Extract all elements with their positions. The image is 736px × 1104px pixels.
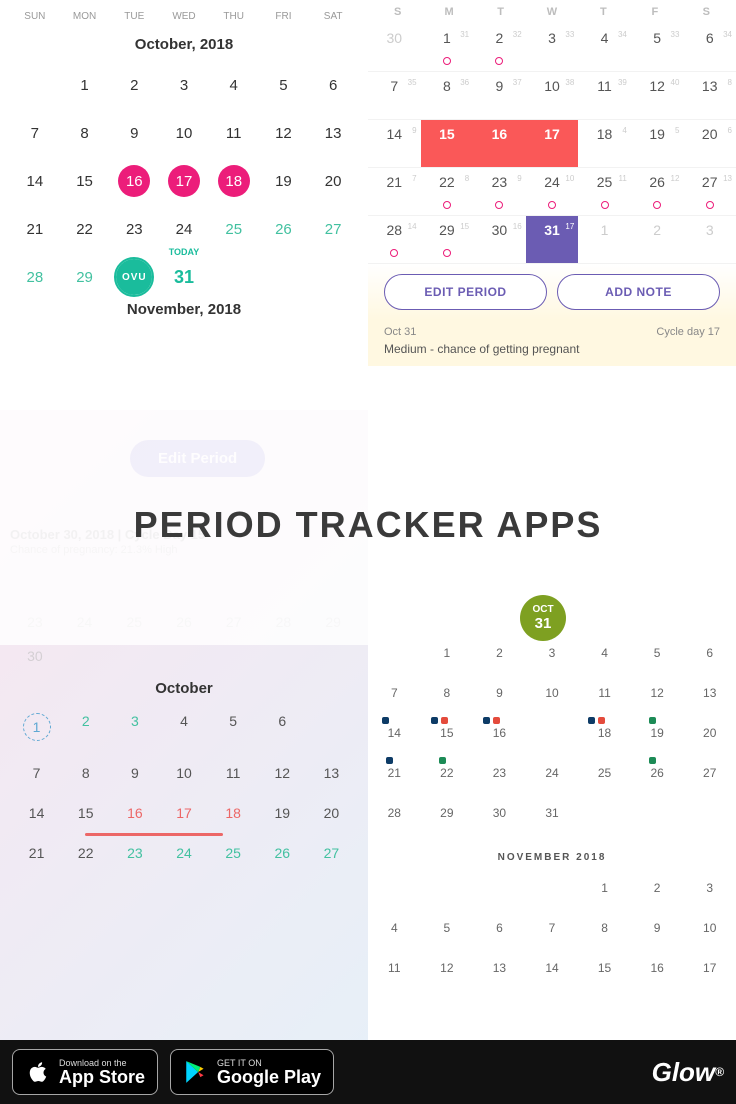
badge-bottom-text: Google Play — [217, 1068, 321, 1086]
period-day[interactable]: 17 — [526, 120, 579, 168]
download-footer: Download on theApp Store GET IT ONGoogle… — [0, 1040, 736, 1104]
calendar-grid: 30 131 232 333 434 533 634 735 836 937 1… — [368, 24, 736, 264]
badge-bottom-text: App Store — [59, 1068, 145, 1086]
month-label: October, 2018 — [10, 28, 358, 61]
heart-icon — [706, 201, 714, 209]
info-date: Oct 31 — [384, 326, 416, 338]
edit-period-button[interactable]: EDIT PERIOD — [384, 274, 547, 310]
period-day[interactable]: 17 — [168, 165, 200, 197]
app-tracker-a: SUN MON TUE WED THU FRI SAT October, 201… — [0, 0, 368, 410]
today-cell[interactable]: TODAY31 — [159, 261, 209, 293]
calendar-grid: 123456 78910111213 14151617181920 212223… — [10, 61, 358, 293]
today-cell[interactable]: 3117 — [526, 216, 579, 264]
heart-icon — [443, 57, 451, 65]
period-day[interactable]: 16 — [118, 165, 150, 197]
brand-logo: Glow® — [652, 1057, 724, 1088]
apple-icon — [25, 1059, 51, 1085]
period-day[interactable]: 18 — [218, 165, 250, 197]
weekday: WED — [159, 11, 209, 22]
heart-icon — [601, 201, 609, 209]
weekday: THU — [209, 11, 259, 22]
google-play-icon — [183, 1059, 209, 1085]
button-row: EDIT PERIOD ADD NOTE — [368, 264, 736, 320]
heart-icon — [390, 249, 398, 257]
weekday: FRI — [259, 11, 309, 22]
app-tracker-b: SMTWTFS 30 131 232 333 434 533 634 735 8… — [368, 0, 736, 410]
heart-icon — [443, 249, 451, 257]
weekday: TUE — [109, 11, 159, 22]
heart-icon — [653, 201, 661, 209]
ovulation-day[interactable]: OVU — [109, 261, 159, 293]
weekday-header: SUN MON TUE WED THU FRI SAT — [10, 5, 358, 28]
month-label: November, 2018 — [10, 293, 358, 326]
google-play-button[interactable]: GET IT ONGoogle Play — [170, 1049, 334, 1095]
pregnancy-chance: Medium - chance of getting pregnant — [384, 342, 720, 356]
heart-icon — [443, 201, 451, 209]
page-title: PERIOD TRACKER APPS — [134, 504, 603, 546]
weekday: SAT — [308, 11, 358, 22]
app-store-button[interactable]: Download on theApp Store — [12, 1049, 158, 1095]
title-overlay: PERIOD TRACKER APPS — [0, 405, 736, 645]
weekday: MON — [60, 11, 110, 22]
add-note-button[interactable]: ADD NOTE — [557, 274, 720, 310]
period-day[interactable]: 16 — [473, 120, 526, 168]
heart-icon — [495, 57, 503, 65]
info-cycle: Cycle day 17 — [656, 326, 720, 338]
date-badge[interactable]: OCT31 — [520, 595, 566, 641]
weekday: SUN — [10, 11, 60, 22]
heart-icon — [548, 201, 556, 209]
weekday-header: SMTWTFS — [368, 0, 736, 24]
heart-icon — [495, 201, 503, 209]
period-day[interactable]: 15 — [421, 120, 474, 168]
cycle-info: Oct 31 Cycle day 17 Medium - chance of ge… — [368, 320, 736, 366]
